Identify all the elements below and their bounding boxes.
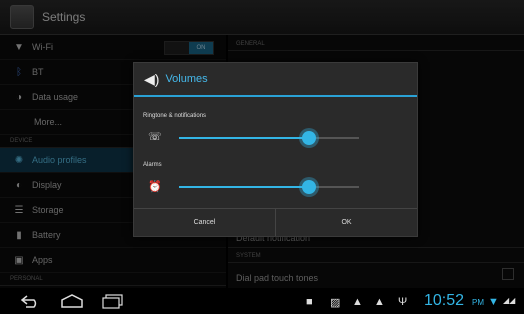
alarm-volume-slider[interactable] bbox=[179, 180, 359, 194]
system-bar: ■ ▨ ▲ ▲ Ψ 10:52 PM ▼ ◢◢ bbox=[0, 288, 524, 314]
slider-thumb[interactable] bbox=[301, 131, 316, 145]
dialog-button-bar: Cancel OK bbox=[134, 208, 417, 236]
cell-signal-icon: ◢◢ bbox=[503, 296, 516, 305]
alarm-icon: ⏰ bbox=[148, 181, 162, 193]
back-icon[interactable] bbox=[20, 293, 42, 309]
clock-ampm: PM bbox=[472, 298, 484, 307]
ok-button[interactable]: OK bbox=[275, 209, 417, 236]
volume-icon: ◀) bbox=[144, 70, 160, 87]
slider-fill bbox=[179, 186, 309, 188]
notification-icon[interactable]: ■ bbox=[306, 296, 313, 308]
ringtone-volume-slider[interactable] bbox=[179, 131, 359, 145]
warning-icon[interactable]: ▲ bbox=[352, 296, 363, 308]
slider-fill bbox=[179, 137, 309, 139]
clock-time[interactable]: 10:52 bbox=[424, 292, 464, 310]
dialog-title: Volumes bbox=[165, 73, 208, 85]
home-icon[interactable] bbox=[60, 293, 84, 309]
dialog-header: ◀) Volumes bbox=[134, 63, 417, 97]
recent-apps-icon[interactable] bbox=[102, 293, 124, 309]
alarms-label: Alarms bbox=[143, 162, 162, 168]
wifi-signal-icon: ▼ bbox=[488, 296, 499, 308]
ringtone-icon: ☏ bbox=[148, 131, 162, 143]
gallery-icon[interactable]: ▨ bbox=[330, 296, 340, 309]
cancel-button[interactable]: Cancel bbox=[134, 209, 275, 236]
warning-icon[interactable]: ▲ bbox=[374, 296, 385, 308]
slider-thumb[interactable] bbox=[301, 180, 316, 194]
usb-icon[interactable]: Ψ bbox=[398, 296, 407, 308]
volumes-dialog: ◀) Volumes Ringtone & notifications ☏ Al… bbox=[133, 62, 418, 237]
ringtone-label: Ringtone & notifications bbox=[143, 113, 207, 119]
